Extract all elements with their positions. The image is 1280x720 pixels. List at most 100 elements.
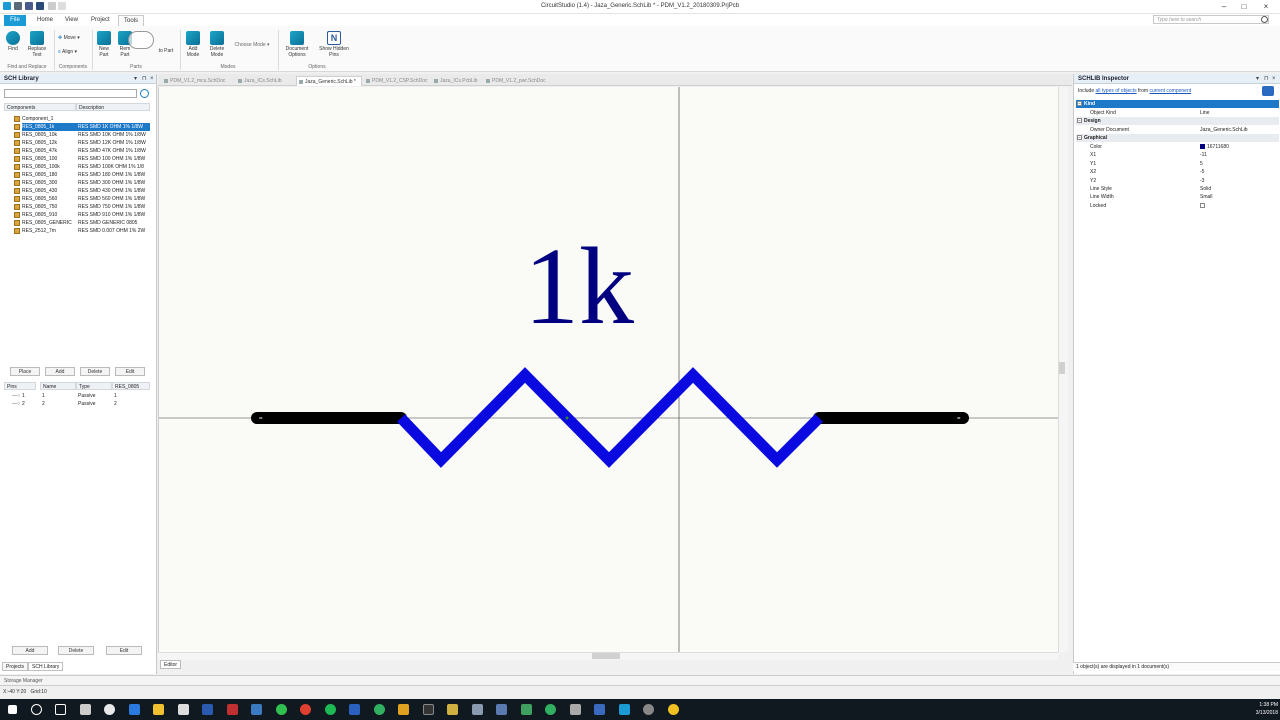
include-component-link[interactable]: current component — [1149, 88, 1191, 94]
property-row[interactable]: X1 -11 — [1076, 151, 1279, 159]
filter-search-icon[interactable] — [140, 89, 149, 98]
maximize-icon[interactable]: □ — [1238, 2, 1250, 12]
file-explorer-icon[interactable] — [153, 704, 164, 715]
document-tab[interactable]: Jaza_ICs.SchLib — [236, 76, 292, 86]
document-options-button[interactable]: Document Options — [282, 31, 312, 58]
tab-view[interactable]: View — [60, 15, 83, 26]
add-mode-button[interactable]: Add Mode — [183, 31, 203, 58]
spotify-icon[interactable] — [325, 704, 336, 715]
delete-component-button[interactable]: Delete — [80, 367, 110, 376]
horizontal-scroll-thumb[interactable] — [592, 653, 620, 659]
col-pin-name[interactable]: Name — [40, 382, 76, 390]
pin-row[interactable]: —○ 1 1 Passive 1 — [6, 392, 150, 400]
col-components[interactable]: Components — [4, 103, 76, 111]
taskbar-app-icon[interactable] — [398, 704, 409, 715]
property-row[interactable]: Locked — [1076, 202, 1279, 210]
move-button[interactable]: ✛ Move ▾ — [58, 35, 88, 41]
taskbar-app-icon[interactable] — [227, 704, 238, 715]
taskbar-app-icon[interactable] — [202, 704, 213, 715]
component-row[interactable]: RES_0805_10k RES SMD 10K OHM 1% 1/8W — [12, 131, 150, 139]
delete-pin-button[interactable]: Delete — [58, 646, 94, 655]
taskbar-app-icon[interactable] — [570, 704, 581, 715]
col-pins[interactable]: Pins — [4, 382, 36, 390]
new-part-button[interactable]: New Part — [95, 31, 113, 58]
selection-handle[interactable] — [565, 416, 569, 420]
edit-pin-button[interactable]: Edit — [106, 646, 142, 655]
system-clock[interactable]: 1:38 PM 3/13/2018 — [1234, 701, 1278, 717]
section-design[interactable]: − Design — [1076, 117, 1279, 125]
taskbar-app-icon[interactable] — [349, 704, 360, 715]
replace-text-button[interactable]: Replace Text — [26, 31, 48, 58]
start-icon[interactable] — [8, 705, 17, 714]
col-description[interactable]: Description — [76, 103, 150, 111]
component-row[interactable]: RES_0805_100k RES SMD 100K OHM 1% 1/8 — [12, 163, 150, 171]
tab-projects[interactable]: Projects — [2, 662, 29, 671]
component-row[interactable]: RES_2512_7m RES SMD 0.007 OHM 1% 2W — [12, 227, 150, 235]
delete-mode-button[interactable]: Delete Mode — [206, 31, 228, 58]
row-object-kind[interactable]: Object Kind Line — [1076, 109, 1279, 117]
component-row[interactable]: RES_0805_750 RES SMD 750 OHM 1% 1/8W — [12, 203, 150, 211]
locked-checkbox[interactable] — [1200, 202, 1205, 208]
component-row[interactable]: RES_0805_1k RES SMD 1K OHM 1% 1/8W — [12, 123, 150, 131]
document-tab[interactable]: PDM_V1.2_mcu.SchDoc — [162, 76, 234, 86]
settings-icon[interactable] — [104, 704, 115, 715]
property-row[interactable]: X2 -5 — [1076, 168, 1279, 176]
inspector-options-icon[interactable] — [1262, 86, 1274, 96]
taskbar-app-icon[interactable] — [447, 704, 458, 715]
tab-tools[interactable]: Tools — [118, 15, 145, 26]
search-input[interactable]: Type here to search — [1153, 15, 1269, 24]
taskbar-app-icon[interactable] — [668, 704, 679, 715]
pin-icon[interactable]: ⊓ — [142, 74, 147, 84]
property-row[interactable]: Color 16711680 — [1076, 143, 1279, 151]
choose-mode-dropdown[interactable]: Choose Mode ▾ — [230, 42, 274, 48]
taskbar-app-icon[interactable] — [472, 704, 483, 715]
taskbar-app-icon[interactable] — [80, 704, 91, 715]
color-swatch[interactable] — [1200, 144, 1205, 150]
place-button[interactable]: Place — [10, 367, 40, 376]
property-row[interactable]: Y1 5 — [1076, 160, 1279, 168]
component-row[interactable]: RES_0805_560 RES SMD 560 OHM 1% 1/8W — [12, 195, 150, 203]
add-pin-button[interactable]: Add — [12, 646, 48, 655]
taskbar-app-icon[interactable] — [594, 704, 605, 715]
mail-icon[interactable] — [178, 704, 189, 715]
collapse-icon[interactable]: − — [1077, 135, 1082, 140]
document-tab[interactable]: Jaza_Generic.SchLib * — [296, 76, 362, 86]
pin-row[interactable]: —○ 2 2 Passive 2 — [6, 400, 150, 408]
to-part-button[interactable]: to Part — [154, 48, 178, 54]
document-tab[interactable]: PDM_V1.2_pwr.SchDoc — [484, 76, 550, 86]
component-row[interactable]: RES_0805_100 RES SMD 100 OHM 1% 1/8W — [12, 155, 150, 163]
edit-component-button[interactable]: Edit — [115, 367, 145, 376]
component-row[interactable]: RES_0805_180 RES SMD 180 OHM 1% 1/8W — [12, 171, 150, 179]
circuitstudio-taskbar-icon[interactable] — [619, 704, 630, 715]
inspector-close-icon[interactable]: × — [1272, 74, 1276, 84]
property-row[interactable]: Y2 -3 — [1076, 177, 1279, 185]
component-row[interactable]: RES_0805_300 RES SMD 300 OHM 1% 1/8W — [12, 179, 150, 187]
document-tab[interactable]: Jaza_ICs.PcbLib — [432, 76, 482, 86]
include-objects-link[interactable]: all types of objects — [1096, 88, 1137, 94]
task-view-icon[interactable] — [55, 704, 66, 715]
component-row[interactable]: RES_0805_430 RES SMD 430 OHM 1% 1/8W — [12, 187, 150, 195]
minimize-icon[interactable]: – — [1218, 2, 1230, 12]
resistor-value-label[interactable]: 1k — [524, 225, 634, 347]
taskbar-app-icon[interactable] — [643, 704, 654, 715]
document-tab[interactable]: PDM_V1.2_CSP.SchDoc — [364, 76, 430, 86]
taskbar-app-icon[interactable] — [251, 704, 262, 715]
editor-tab[interactable]: Editor — [160, 660, 182, 669]
row-owner-document[interactable]: Owner Document Jaza_Generic.SchLib — [1076, 126, 1279, 134]
storage-manager-bar[interactable]: Storage Manager — [0, 675, 1280, 686]
find-button[interactable]: Find — [4, 31, 22, 52]
taskbar-app-icon[interactable] — [496, 704, 507, 715]
close-icon[interactable]: × — [1260, 2, 1272, 12]
taskbar-app-icon[interactable] — [129, 704, 140, 715]
collapse-icon[interactable]: − — [1077, 101, 1082, 106]
tab-home[interactable]: Home — [32, 15, 58, 26]
taskbar-app-icon[interactable] — [545, 704, 556, 715]
show-hidden-pins-button[interactable]: N Show Hidden Pins — [316, 31, 352, 58]
terminal-icon[interactable] — [423, 704, 434, 715]
component-row[interactable]: RES_0805_GENERIC RES SMD GENERIC 0805 — [12, 219, 150, 227]
taskbar-app-icon[interactable] — [521, 704, 532, 715]
panel-close-icon[interactable]: × — [150, 74, 154, 84]
tab-sch-library[interactable]: SCH Library — [28, 662, 64, 671]
component-row[interactable]: RES_0805_910 RES SMD 910 OHM 1% 1/8W — [12, 211, 150, 219]
col-pin-part[interactable]: RES_0805 — [112, 382, 150, 390]
